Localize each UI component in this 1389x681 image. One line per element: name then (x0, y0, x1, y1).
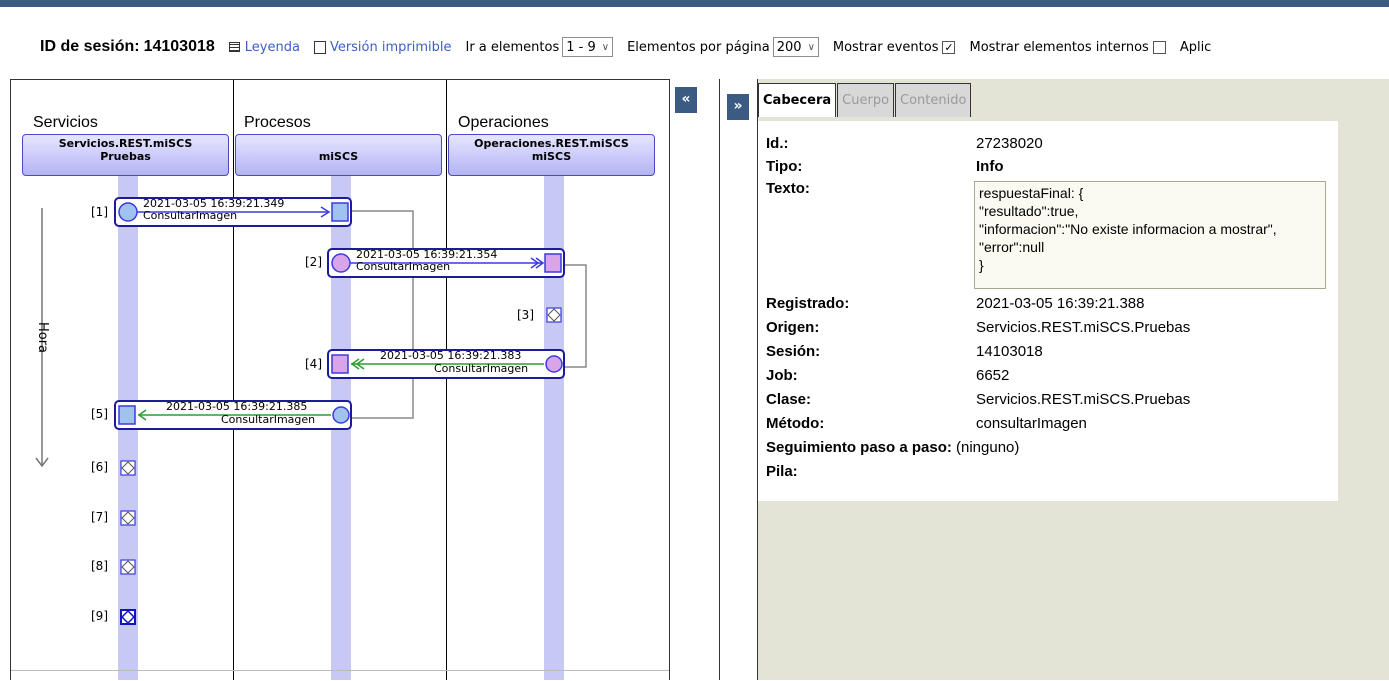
event-index: [6] (91, 460, 108, 474)
message-time[interactable]: 2021-03-05 16:39:21.383 (380, 350, 521, 362)
diagram-bottom-rule (11, 670, 669, 671)
clase-value: Servicios.REST.miSCS.Pruebas (976, 391, 1191, 408)
registrado-value: 2021-03-05 16:39:21.388 (976, 295, 1145, 312)
legend-link[interactable]: Leyenda (228, 39, 300, 55)
legend-link-label: Leyenda (244, 39, 300, 55)
metodo-label: Método: (766, 415, 825, 432)
message-time[interactable]: 2021-03-05 16:39:21.385 (166, 401, 307, 413)
message-index: [2] (305, 255, 322, 269)
texto-value-box[interactable]: respuestaFinal: { "resultado":true, "inf… (974, 181, 1326, 289)
texto-line: "informacion":"No existe informacion a m… (979, 221, 1277, 237)
show-internal-checkbox[interactable] (1152, 40, 1166, 54)
expand-right-button[interactable]: » (727, 94, 749, 120)
pila-label: Pila: (766, 463, 798, 480)
per-page-select-value: 200 (776, 39, 802, 55)
sesion-value: 14103018 (976, 343, 1043, 360)
tipo-label: Tipo: (766, 158, 803, 175)
job-value: 6652 (976, 367, 1010, 384)
event-index: [7] (91, 510, 108, 524)
show-internal-control: Mostrar elementos internos (969, 39, 1166, 55)
event-index: [3] (517, 308, 534, 322)
details-panel: Cabecera Cuerpo Contenido Id.: 27238020 … (757, 79, 1389, 680)
goto-label: Ir a elementos (465, 39, 560, 55)
seguimiento-label: Seguimiento paso a paso: (766, 439, 952, 456)
message-index: [1] (91, 205, 108, 219)
message-index: [5] (91, 407, 108, 421)
panel-divider (719, 79, 720, 680)
printable-link-label: Versión imprimible (329, 39, 452, 55)
goto-select-value: 1 - 9 (566, 39, 596, 55)
event-index: [9] (91, 609, 108, 623)
message-name[interactable]: ConsultarImagen (221, 414, 315, 426)
seguimiento-value: (ninguno) (956, 439, 1020, 456)
details-tabs: Cabecera Cuerpo Contenido (758, 83, 972, 117)
event-index: [8] (91, 559, 108, 573)
texto-label: Texto: (766, 180, 810, 197)
show-events-control: Mostrar eventos ✓ (833, 40, 956, 55)
job-label: Job: (766, 367, 798, 384)
goto-select[interactable]: 1 - 9 ∨ (562, 37, 614, 57)
printable-link[interactable]: Versión imprimible (313, 39, 452, 55)
sesion-label: Sesión: (766, 343, 821, 360)
chevron-down-icon: ∨ (807, 41, 815, 53)
sequence-diagram: Servicios Procesos Operaciones Servicios… (10, 79, 670, 680)
page-icon (313, 40, 326, 54)
show-events-label: Mostrar eventos (832, 39, 939, 55)
texto-line: "resultado":true, (979, 203, 1079, 219)
show-internal-label: Mostrar elementos internos (969, 39, 1149, 55)
top-band (0, 0, 1389, 7)
texto-line: } (979, 257, 984, 273)
per-page-select[interactable]: 200 ∨ (772, 37, 819, 57)
clase-label: Clase: (766, 391, 812, 408)
apply-button[interactable]: Aplic (1180, 40, 1212, 55)
tab-cuerpo[interactable]: Cuerpo (837, 83, 895, 117)
per-page-label: Elementos por página (627, 39, 770, 55)
session-id: 14103018 (143, 38, 215, 55)
id-label: Id.: (766, 135, 789, 152)
legend-icon (228, 42, 240, 52)
message-name[interactable]: ConsultarImagen (434, 363, 528, 375)
tab-contenido[interactable]: Contenido (895, 83, 972, 117)
message-graphics (114, 197, 587, 625)
tipo-value: Info (976, 158, 1004, 175)
goto-control: Ir a elementos 1 - 9 ∨ (466, 37, 614, 57)
registrado-label: Registrado: (766, 295, 850, 312)
message-name[interactable]: ConsultarImagen (143, 210, 237, 222)
chevron-down-icon: ∨ (601, 41, 610, 53)
session-label: ID de sesión: (40, 38, 140, 55)
texto-line: "error":null (979, 239, 1045, 255)
toolbar: ID de sesión: 14103018 Leyenda Versión i… (40, 34, 1389, 60)
show-events-checkbox[interactable]: ✓ (942, 40, 956, 54)
texto-line: respuestaFinal: { (979, 185, 1084, 201)
collapse-left-button[interactable]: « (675, 87, 697, 113)
header-details: Id.: 27238020 Tipo: Info Texto: respuest… (758, 121, 1338, 501)
tab-cabecera[interactable]: Cabecera (758, 83, 837, 117)
metodo-value: consultarImagen (976, 415, 1087, 432)
message-index: [4] (305, 357, 322, 371)
per-page-control: Elementos por página 200 ∨ (627, 37, 819, 57)
id-value: 27238020 (976, 135, 1043, 152)
origen-label: Origen: (766, 319, 820, 336)
message-name[interactable]: ConsultarImagen (356, 261, 450, 273)
origen-value: Servicios.REST.miSCS.Pruebas (976, 319, 1191, 336)
